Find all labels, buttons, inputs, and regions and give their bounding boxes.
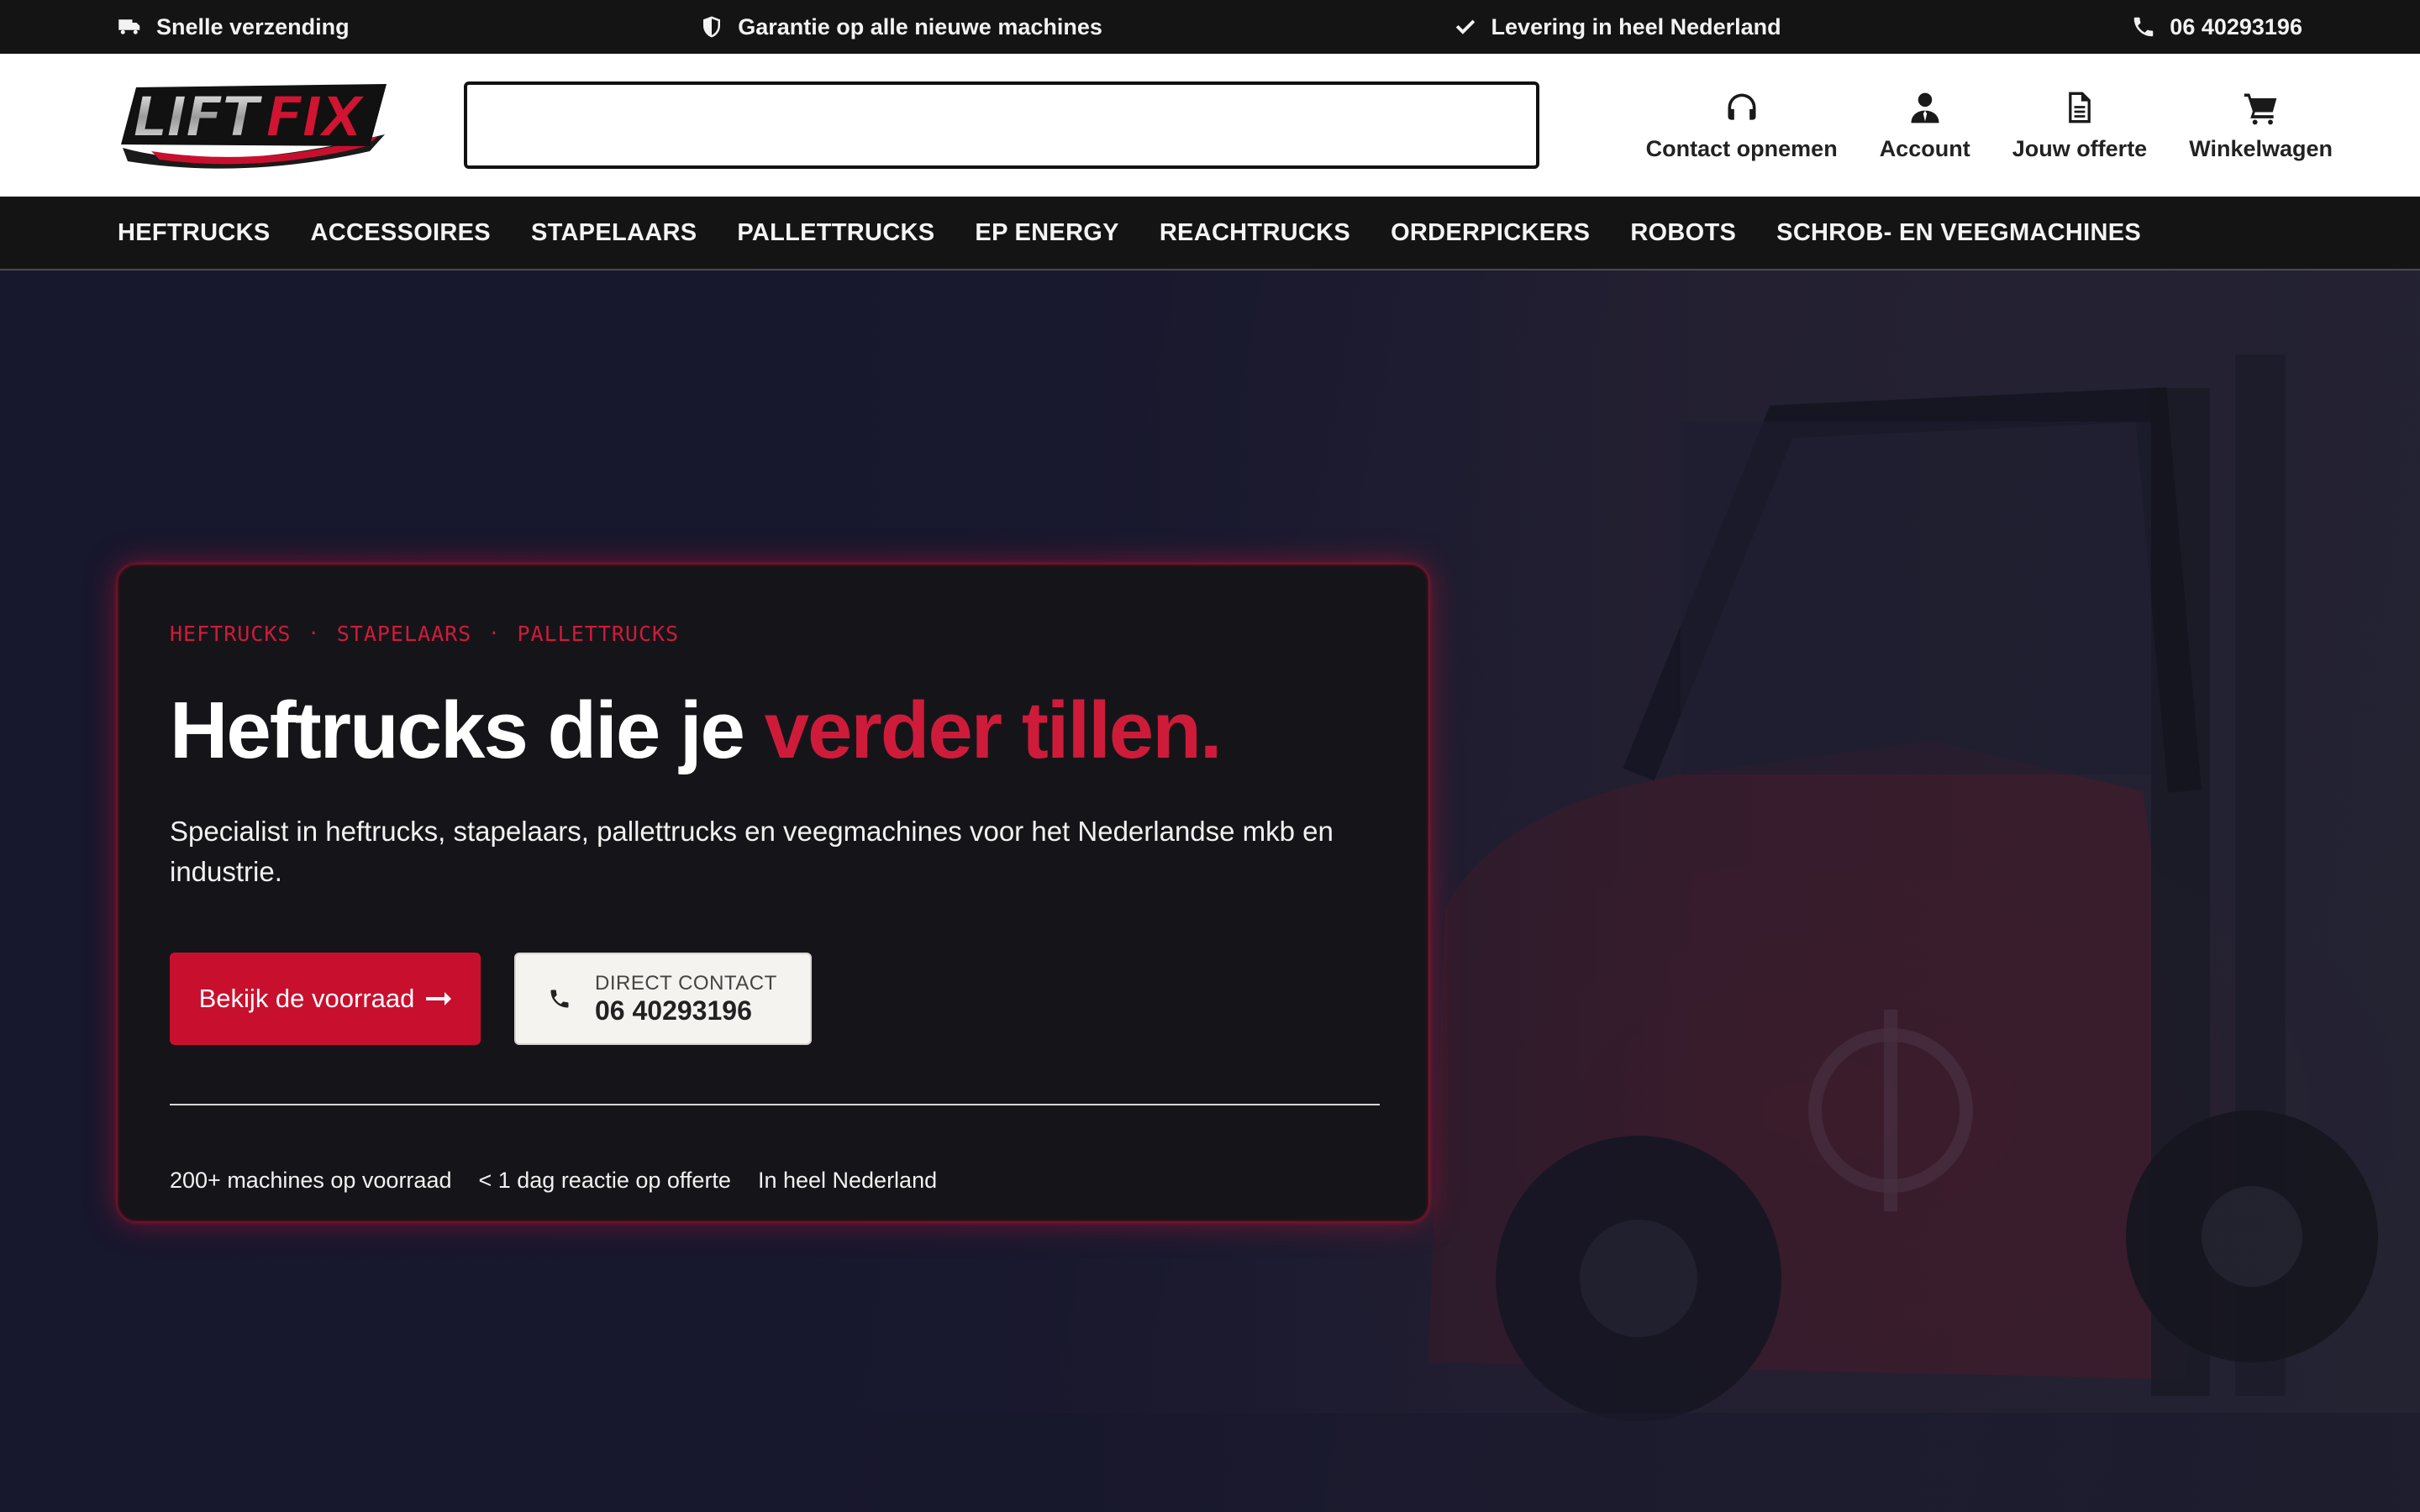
- liftfix-logo[interactable]: LIFT FIX: [118, 81, 390, 170]
- quote-button[interactable]: Jouw offerte: [2012, 89, 2148, 162]
- check-icon: [1455, 19, 1475, 34]
- phone-icon: [550, 990, 569, 1008]
- direct-contact-button[interactable]: DIRECT CONTACT 06 40293196: [514, 953, 812, 1045]
- site-header: LIFT FIX Contact opnemen Account Jouw of…: [0, 54, 2420, 197]
- headline-main: Heftrucks die je: [170, 685, 765, 775]
- topbar-item-warranty: Garantie op alle nieuwe machines: [699, 14, 1102, 40]
- crumb-stapelaars[interactable]: STAPELAARS: [337, 622, 472, 646]
- logo-text-lift: LIFT: [133, 85, 264, 150]
- logo-text-fix: FIX: [266, 85, 366, 150]
- stat-response: < 1 dag reactie op offerte: [478, 1168, 731, 1193]
- stat-coverage: In heel Nederland: [757, 1168, 938, 1193]
- nav-item-orderpickers[interactable]: ORDERPICKERS: [1391, 219, 1590, 247]
- arrow-right-icon: [426, 992, 452, 1005]
- phone-icon: [2134, 17, 2154, 37]
- header-actions: Contact opnemen Account Jouw offerte Win…: [1646, 89, 2333, 162]
- account-label: Account: [1879, 135, 1970, 161]
- topbar-item-phone[interactable]: 06 40293196: [2131, 14, 2302, 40]
- nav-item-accessoires[interactable]: ACCESSOIRES: [311, 219, 491, 247]
- nav-item-schrob-veegmachines[interactable]: SCHROB- EN VEEGMACHINES: [1776, 219, 2141, 247]
- hero-card: HEFTRUCKS · STAPELAARS · PALLETTRUCKS He…: [118, 564, 1428, 1221]
- search-input[interactable]: [464, 81, 1539, 169]
- nav-item-reachtrucks[interactable]: REACHTRUCKS: [1160, 219, 1350, 247]
- main-nav: HEFTRUCKS ACCESSOIRES STAPELAARS PALLETT…: [0, 197, 2420, 270]
- direct-contact-label: DIRECT CONTACT: [595, 971, 777, 995]
- user-icon: [1911, 92, 1939, 123]
- shield-icon: [703, 16, 721, 38]
- topbar-label-phone: 06 40293196: [2170, 13, 2302, 39]
- hero-headline: Heftrucks die je verder tillen.: [170, 690, 1222, 771]
- contact-button[interactable]: Contact opnemen: [1646, 89, 1838, 162]
- quote-label: Jouw offerte: [2012, 135, 2148, 161]
- contact-label: Contact opnemen: [1645, 135, 1838, 161]
- hero-stats: 200+ machines op voorraad < 1 dag reacti…: [170, 1168, 937, 1194]
- direct-contact-text: DIRECT CONTACT 06 40293196: [595, 972, 777, 1026]
- document-icon: [2069, 92, 2091, 123]
- cart-button[interactable]: Winkelwagen: [2189, 89, 2333, 162]
- hero-divider: [170, 1104, 1380, 1105]
- truck-icon: [118, 19, 140, 34]
- hero-subtitle: Specialist in heftrucks, stapelaars, pal…: [170, 816, 1334, 887]
- cart-icon: [2244, 93, 2276, 124]
- top-info-bar: Snelle verzending Garantie op alle nieuw…: [0, 0, 2420, 54]
- crumb-heftrucks[interactable]: HEFTRUCKS: [170, 622, 291, 646]
- topbar-label-shipping: Snelle verzending: [156, 13, 350, 39]
- nav-item-pallettrucks[interactable]: PALLETTRUCKS: [737, 219, 934, 247]
- nav-item-ep-energy[interactable]: EP ENERGY: [975, 219, 1118, 247]
- view-stock-button[interactable]: Bekijk de voorraad: [170, 953, 481, 1045]
- account-button[interactable]: Account: [1880, 89, 1970, 162]
- headset-icon: [1728, 93, 1756, 120]
- headline-accent: verder tillen.: [764, 685, 1223, 775]
- crumb-separator: ·: [488, 623, 501, 644]
- topbar-item-shipping: Snelle verzending: [118, 14, 350, 40]
- direct-contact-number: 06 40293196: [595, 995, 752, 1026]
- nav-item-stapelaars[interactable]: STAPELAARS: [531, 219, 697, 247]
- cart-label: Winkelwagen: [2189, 135, 2333, 161]
- topbar-label-warranty: Garantie op alle nieuwe machines: [738, 13, 1102, 39]
- nav-item-heftrucks[interactable]: HEFTRUCKS: [118, 219, 271, 247]
- view-stock-label: Bekijk de voorraad: [198, 984, 415, 1013]
- hero-category-breadcrumb: HEFTRUCKS · STAPELAARS · PALLETTRUCKS: [170, 622, 679, 646]
- crumb-pallettrucks[interactable]: PALLETTRUCKS: [517, 622, 679, 646]
- topbar-item-delivery: Levering in heel Nederland: [1453, 14, 1781, 40]
- nav-item-robots[interactable]: ROBOTS: [1630, 219, 1736, 247]
- crumb-separator: ·: [308, 623, 320, 644]
- stat-stock: 200+ machines op voorraad: [170, 1168, 452, 1193]
- hero-section: HEFTRUCKS · STAPELAARS · PALLETTRUCKS He…: [0, 270, 2420, 1512]
- topbar-label-delivery: Levering in heel Nederland: [1491, 13, 1781, 39]
